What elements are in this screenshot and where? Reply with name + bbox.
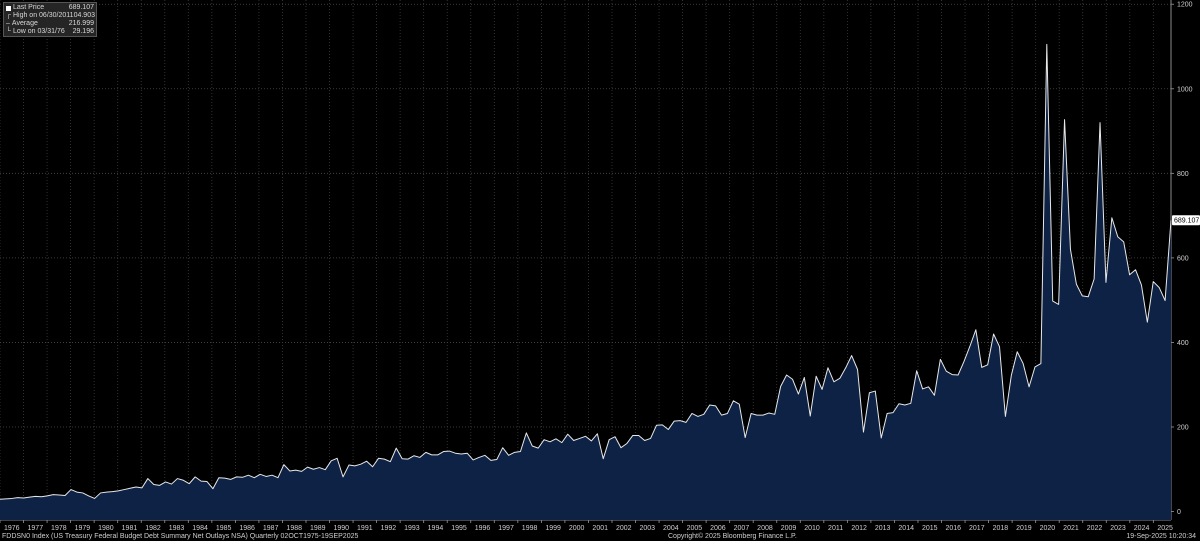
legend-marker-low: └ bbox=[6, 28, 11, 35]
x-tick-label: 1976 bbox=[4, 525, 20, 532]
y-tick-label: 600 bbox=[1177, 255, 1189, 262]
x-tick-label: 2021 bbox=[1063, 525, 1079, 532]
footer-timestamp: 19-Sep-2025 10:20:34 bbox=[1126, 533, 1196, 540]
y-tick-label: 1200 bbox=[1177, 2, 1193, 9]
x-tick-label: 2002 bbox=[616, 525, 632, 532]
x-tick-label: 2001 bbox=[592, 525, 608, 532]
x-tick-label: 1980 bbox=[98, 525, 114, 532]
legend-row-high: ┌ High on 06/30/20 1104.903 bbox=[6, 12, 95, 19]
x-tick-label: 2022 bbox=[1087, 525, 1103, 532]
x-tick-label: 1981 bbox=[122, 525, 138, 532]
legend-row-average: – Average 216.999 bbox=[6, 20, 94, 27]
x-tick-label: 2011 bbox=[828, 525, 843, 532]
x-tick-label: 2008 bbox=[757, 525, 773, 532]
legend-row-last: Last Price 689.107 bbox=[6, 4, 94, 12]
x-tick-label: 2016 bbox=[945, 525, 961, 532]
legend-row-low: └ Low on 03/31/76 29.196 bbox=[6, 28, 94, 35]
footer-security-description: FDDSN0 Index (US Treasury Federal Budget… bbox=[2, 533, 359, 540]
x-tick-label: 1987 bbox=[263, 525, 279, 532]
footer-copyright: Copyright© 2025 Bloomberg Finance L.P. bbox=[668, 533, 797, 540]
x-tick-label: 1997 bbox=[498, 525, 514, 532]
chart-area: 0 200 400 600 800 1000 1200 1976 1977 1978 1979 198… bbox=[0, 0, 1200, 532]
x-tick-label: 1986 bbox=[239, 525, 255, 532]
series-area bbox=[0, 44, 1171, 521]
x-tick-label: 2010 bbox=[804, 525, 820, 532]
y-tick-label: 1000 bbox=[1177, 86, 1193, 93]
x-tick-label: 1999 bbox=[545, 525, 561, 532]
x-tick-label: 2013 bbox=[875, 525, 891, 532]
x-tick-label: 1995 bbox=[451, 525, 467, 532]
x-tick-label: 1978 bbox=[51, 525, 67, 532]
x-tick-label: 1989 bbox=[310, 525, 326, 532]
x-tick-label: 2019 bbox=[1016, 525, 1032, 532]
x-tick-label: 2024 bbox=[1134, 525, 1150, 532]
x-tick-label: 1979 bbox=[75, 525, 91, 532]
x-tick-label: 2025 bbox=[1157, 525, 1173, 532]
x-tick-label: 1988 bbox=[286, 525, 302, 532]
x-tick-label: 2020 bbox=[1040, 525, 1056, 532]
y-tick-label: 400 bbox=[1177, 340, 1189, 347]
x-tick-label: 2023 bbox=[1110, 525, 1126, 532]
x-tick-label: 1990 bbox=[334, 525, 350, 532]
x-tick-label: 1984 bbox=[192, 525, 208, 532]
x-tick-label: 1996 bbox=[475, 525, 491, 532]
legend-marker-average: – bbox=[6, 20, 10, 27]
legend-swatch-last bbox=[6, 5, 11, 11]
x-tick-label: 1998 bbox=[522, 525, 538, 532]
y-tick-label: 0 bbox=[1177, 509, 1181, 516]
x-tick-label: 2000 bbox=[569, 525, 585, 532]
x-tick-label: 2012 bbox=[851, 525, 867, 532]
y-tick-label: 200 bbox=[1177, 424, 1189, 431]
legend-marker-high: ┌ bbox=[6, 12, 11, 19]
x-tick-label: 1977 bbox=[28, 525, 44, 532]
legend: Last Price 689.107 ┌ High on 06/30/20 110… bbox=[3, 2, 97, 37]
x-tick-label: 2004 bbox=[663, 525, 679, 532]
x-tick-label: 1982 bbox=[145, 525, 161, 532]
last-price-label: 689.107 bbox=[1174, 218, 1199, 225]
x-tick-label: 1991 bbox=[357, 525, 373, 532]
x-tick-label: 2006 bbox=[710, 525, 726, 532]
x-tick-label: 2005 bbox=[687, 525, 703, 532]
x-tick-label: 1993 bbox=[404, 525, 420, 532]
y-tick-label: 800 bbox=[1177, 171, 1189, 178]
x-tick-label: 2003 bbox=[639, 525, 655, 532]
x-tick-label: 2007 bbox=[734, 525, 750, 532]
x-tick-label: 2014 bbox=[898, 525, 914, 532]
x-tick-label: 2017 bbox=[969, 525, 985, 532]
x-tick-label: 1994 bbox=[428, 525, 444, 532]
x-tick-label: 1983 bbox=[169, 525, 185, 532]
x-tick-label: 2018 bbox=[993, 525, 1009, 532]
footer: FDDSN0 Index (US Treasury Federal Budget… bbox=[0, 533, 1200, 541]
x-tick-label: 1992 bbox=[381, 525, 397, 532]
x-tick-label: 1985 bbox=[216, 525, 232, 532]
x-tick-label: 2009 bbox=[781, 525, 797, 532]
x-tick-label: 2015 bbox=[922, 525, 938, 532]
